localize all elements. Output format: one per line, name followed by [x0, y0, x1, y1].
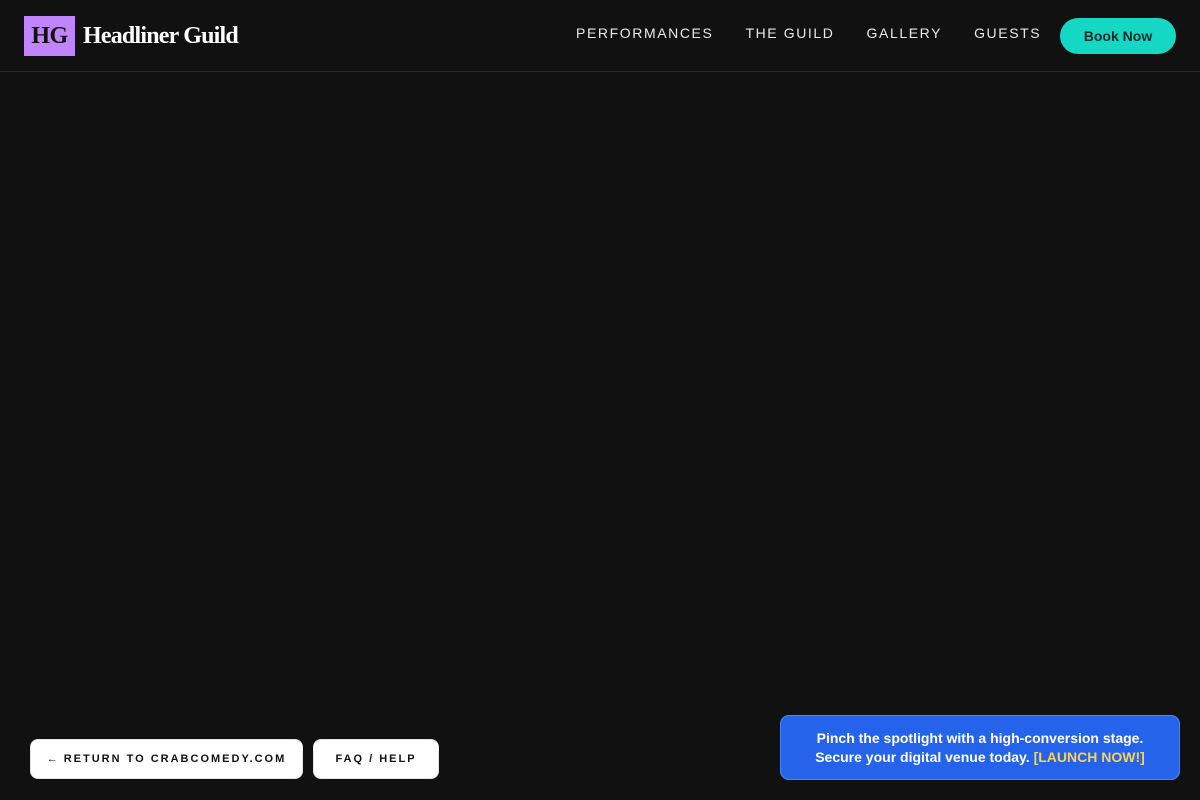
nav-link-gallery[interactable]: GALLERY — [851, 25, 959, 41]
site-header: HG Headliner Guild PERFORMANCES THE GUIL… — [0, 0, 1200, 72]
promo-launch-link[interactable]: [LAUNCH NOW!] — [1034, 749, 1145, 765]
nav-link-performances[interactable]: PERFORMANCES — [560, 25, 729, 41]
promo-line-2-text: Secure your digital venue today. — [815, 748, 1030, 765]
book-now-button[interactable]: Book Now — [1060, 18, 1176, 54]
promo-line-1: Pinch the spotlight with a high-conversi… — [816, 729, 1144, 746]
nav-link-guests[interactable]: GUESTS — [958, 25, 1057, 41]
logo-mark: HG — [24, 16, 75, 56]
nav-link-the-guild[interactable]: THE GUILD — [729, 25, 850, 41]
main-content-area — [0, 73, 1200, 800]
return-to-site-label: RETURN TO CRABCOMEDY.COM — [63, 753, 287, 765]
faq-help-button[interactable]: FAQ / HELP — [313, 739, 439, 779]
brand-logo-link[interactable]: HG Headliner Guild — [24, 16, 239, 56]
return-to-site-button[interactable]: ← RETURN TO CRABCOMEDY.COM — [30, 739, 303, 779]
promo-line-2: Secure your digital venue today. [LAUNCH… — [815, 748, 1145, 767]
brand-name: Headliner Guild — [83, 22, 239, 49]
promo-banner[interactable]: Pinch the spotlight with a high-conversi… — [780, 715, 1180, 780]
arrow-left-icon: ← — [46, 753, 58, 765]
main-nav: PERFORMANCES THE GUILD GALLERY GUESTS — [560, 0, 1057, 70]
